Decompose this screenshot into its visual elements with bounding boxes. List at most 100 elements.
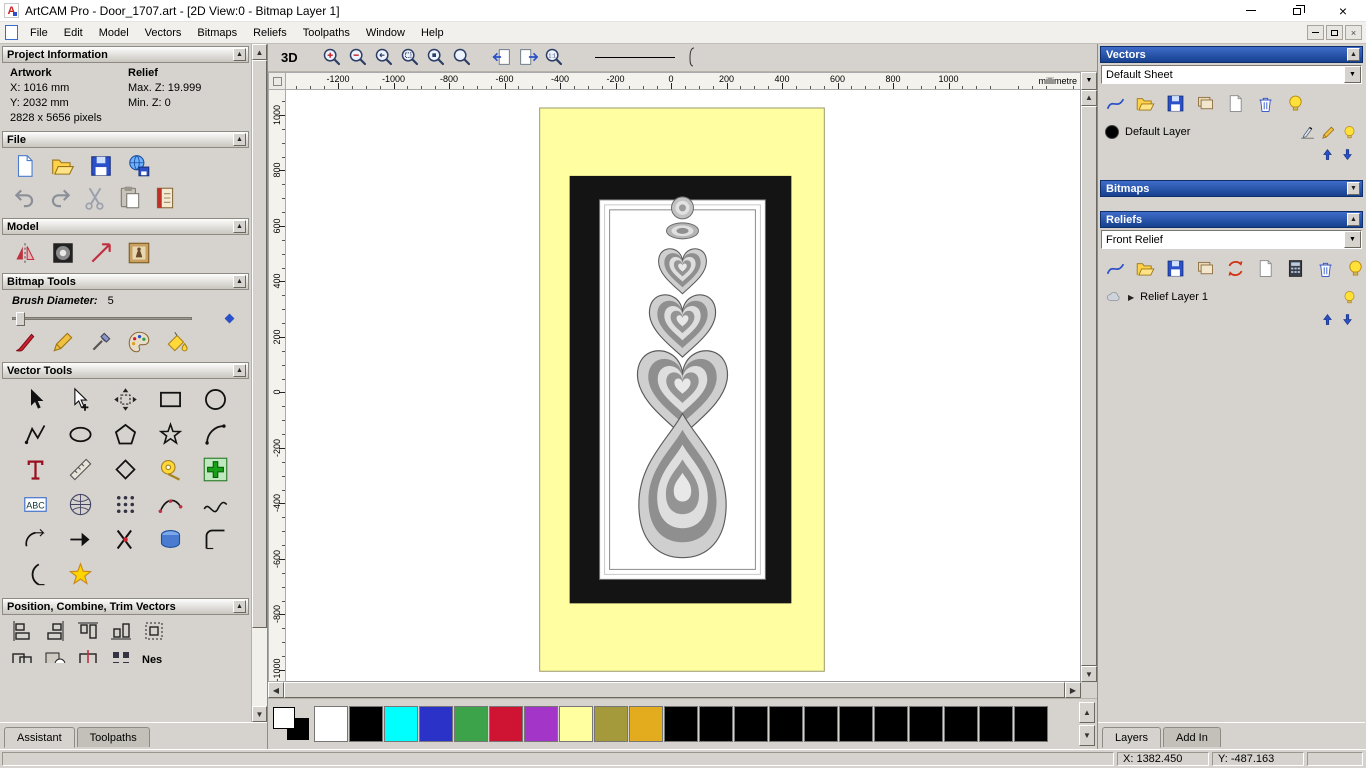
tab-layers[interactable]: Layers bbox=[1102, 727, 1161, 748]
view-3d-button[interactable]: 3D bbox=[276, 49, 303, 66]
chevron-down-icon[interactable]: ▼ bbox=[1344, 231, 1361, 248]
drawing-canvas[interactable] bbox=[286, 90, 1081, 682]
scroll-down-icon[interactable]: ▼ bbox=[252, 706, 267, 722]
collapse-section-button[interactable]: ▲ bbox=[233, 364, 246, 377]
palette-swatch-5[interactable] bbox=[489, 706, 523, 742]
open-model-icon[interactable] bbox=[1135, 258, 1156, 279]
palette-swatch-13[interactable] bbox=[769, 706, 803, 742]
restore-button[interactable] bbox=[1274, 0, 1320, 21]
stack-icon[interactable] bbox=[1195, 258, 1216, 279]
zoom-scale-icon[interactable]: 1:1 bbox=[543, 46, 565, 68]
invert-model-icon[interactable] bbox=[50, 240, 76, 266]
redo-icon[interactable] bbox=[47, 185, 73, 211]
align-left-icon[interactable] bbox=[10, 619, 34, 643]
line-width-preview[interactable] bbox=[595, 57, 675, 58]
save-model-icon[interactable] bbox=[1165, 258, 1186, 279]
layer-name[interactable]: Relief Layer 1 bbox=[1140, 291, 1208, 303]
pen-line-icon[interactable] bbox=[1299, 124, 1316, 141]
add-vector-icon[interactable] bbox=[202, 456, 229, 483]
offset-tool-icon[interactable] bbox=[112, 456, 139, 483]
bitmaps-header[interactable]: Bitmaps ▼ bbox=[1100, 180, 1363, 197]
scroll-thumb[interactable] bbox=[1081, 106, 1097, 666]
notes-icon[interactable] bbox=[152, 185, 178, 211]
palette-swatch-0[interactable] bbox=[314, 706, 348, 742]
palette-swatch-18[interactable] bbox=[944, 706, 978, 742]
scroll-thumb[interactable] bbox=[284, 682, 1065, 698]
align-top-icon[interactable] bbox=[76, 619, 100, 643]
weld-tool-icon[interactable] bbox=[10, 648, 34, 663]
collapse-vectors-button[interactable]: ▲ bbox=[1347, 48, 1360, 61]
load-image-icon[interactable] bbox=[126, 240, 152, 266]
down-blue-icon[interactable] bbox=[1340, 147, 1355, 162]
trash-icon[interactable] bbox=[1315, 258, 1336, 279]
collapse-reliefs-button[interactable]: ▲ bbox=[1347, 213, 1360, 226]
blue-curve-icon[interactable] bbox=[1105, 93, 1126, 114]
left-panel-scrollbar[interactable]: ▲ ▼ bbox=[251, 44, 267, 722]
arc-tool-icon[interactable] bbox=[202, 421, 229, 448]
rectangle-tool-icon[interactable] bbox=[157, 386, 184, 413]
save-model-icon[interactable] bbox=[88, 153, 114, 179]
pencil-icon[interactable] bbox=[1320, 124, 1337, 141]
palette-swatch-17[interactable] bbox=[909, 706, 943, 742]
half-arc-tool-icon[interactable] bbox=[22, 561, 49, 588]
save-model-icon[interactable] bbox=[1165, 93, 1186, 114]
mesh-tool-icon[interactable] bbox=[67, 491, 94, 518]
cut-icon[interactable] bbox=[82, 185, 108, 211]
menu-help[interactable]: Help bbox=[413, 24, 452, 42]
align-bottom-icon[interactable] bbox=[109, 619, 133, 643]
primary-colour-swatch[interactable] bbox=[273, 707, 295, 729]
scroll-up-icon[interactable]: ▲ bbox=[1079, 702, 1095, 723]
trash-icon[interactable] bbox=[1255, 93, 1276, 114]
relief-layer-row[interactable]: ▶ Relief Layer 1 bbox=[1100, 284, 1363, 310]
relief-select[interactable]: Front Relief ▼ bbox=[1101, 230, 1362, 249]
expand-layer-icon[interactable]: ▶ bbox=[1128, 293, 1134, 302]
close-button[interactable]: × bbox=[1320, 0, 1366, 21]
mdi-minimize-button[interactable] bbox=[1307, 25, 1324, 40]
palette-icon[interactable] bbox=[126, 329, 152, 355]
palette-swatch-9[interactable] bbox=[629, 706, 663, 742]
export-model-icon[interactable] bbox=[126, 153, 152, 179]
palette-swatch-4[interactable] bbox=[454, 706, 488, 742]
ellipse-tool-icon[interactable] bbox=[67, 421, 94, 448]
menu-vectors[interactable]: Vectors bbox=[137, 24, 190, 42]
palette-swatch-6[interactable] bbox=[524, 706, 558, 742]
menu-file[interactable]: File bbox=[22, 24, 56, 42]
palette-swatch-1[interactable] bbox=[349, 706, 383, 742]
palette-swatch-7[interactable] bbox=[559, 706, 593, 742]
wrap-tool-icon[interactable] bbox=[67, 561, 94, 588]
canvas-horizontal-scrollbar[interactable]: ◀ ▶ bbox=[268, 682, 1097, 698]
collapse-section-button[interactable]: ▲ bbox=[233, 275, 246, 288]
minimize-button[interactable] bbox=[1228, 0, 1274, 21]
stack-icon[interactable] bbox=[1195, 93, 1216, 114]
palette-swatch-16[interactable] bbox=[874, 706, 908, 742]
menu-toolpaths[interactable]: Toolpaths bbox=[295, 24, 358, 42]
expand-bitmaps-button[interactable]: ▼ bbox=[1347, 182, 1360, 195]
layer-name[interactable]: Default Layer bbox=[1125, 126, 1190, 138]
cloud-icon[interactable] bbox=[1105, 289, 1122, 306]
scroll-up-icon[interactable]: ▲ bbox=[1081, 90, 1097, 106]
recalc-icon[interactable] bbox=[1225, 258, 1246, 279]
sheet-select[interactable]: Default Sheet ▼ bbox=[1101, 65, 1362, 84]
menu-window[interactable]: Window bbox=[358, 24, 413, 42]
align-centre-icon[interactable] bbox=[142, 619, 166, 643]
palette-scrollbar[interactable]: ▲ ▼ bbox=[1079, 702, 1095, 746]
sheet-page-icon[interactable] bbox=[1225, 93, 1246, 114]
up-blue-icon[interactable] bbox=[1320, 147, 1335, 162]
collapse-section-button[interactable]: ▲ bbox=[233, 48, 246, 61]
reliefs-header[interactable]: Reliefs ▲ bbox=[1100, 211, 1363, 228]
node-editing-icon[interactable] bbox=[67, 386, 94, 413]
nest-tool-label[interactable]: Nes bbox=[142, 654, 162, 663]
draw-colour-icon[interactable] bbox=[50, 329, 76, 355]
collapse-section-button[interactable]: ▲ bbox=[233, 133, 246, 146]
trim-tool-icon[interactable] bbox=[112, 526, 139, 553]
open-model-icon[interactable] bbox=[1135, 93, 1156, 114]
transform-vector-icon[interactable] bbox=[112, 386, 139, 413]
next-view-icon[interactable] bbox=[517, 46, 539, 68]
scroll-left-icon[interactable]: ◀ bbox=[268, 682, 284, 698]
primary-secondary-colour[interactable] bbox=[270, 705, 314, 743]
lightbulb-icon[interactable] bbox=[1285, 93, 1306, 114]
palette-swatch-20[interactable] bbox=[1014, 706, 1048, 742]
palette-swatch-12[interactable] bbox=[734, 706, 768, 742]
collapse-section-button[interactable]: ▲ bbox=[233, 600, 246, 613]
resize-model-icon[interactable] bbox=[88, 240, 114, 266]
